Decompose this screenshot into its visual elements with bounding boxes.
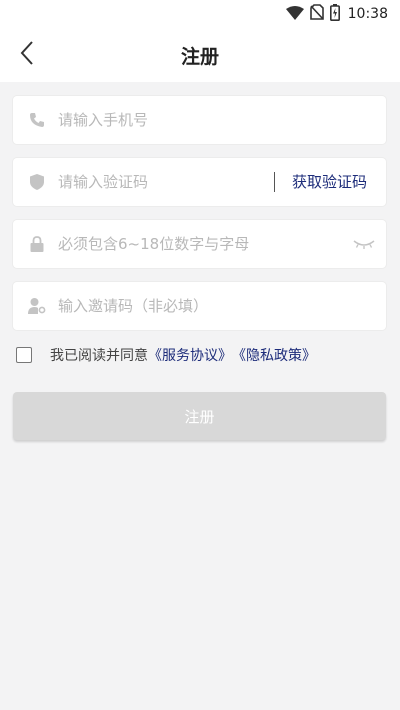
shield-icon [27,172,47,192]
service-agreement-link[interactable]: 《服务协议》 [148,345,232,365]
code-input[interactable] [58,158,256,206]
agree-checkbox[interactable] [16,347,32,363]
invite-field [13,282,386,330]
wifi-icon [285,5,304,24]
agreement-text: 我已阅读并同意 [50,348,148,364]
get-code-button[interactable]: 获取验证码 [292,158,367,206]
code-field: 获取验证码 [13,158,386,206]
divider [274,172,275,192]
phone-field [13,96,386,144]
register-button[interactable]: 注册 [13,392,386,440]
invite-input[interactable] [58,282,372,330]
no-sim-icon [309,4,324,24]
status-bar: 10:38 [0,0,400,28]
battery-icon [329,3,340,25]
status-time: 10:38 [347,6,388,22]
password-input[interactable] [58,220,342,268]
page-title: 注册 [180,46,219,68]
lock-icon [27,234,47,254]
user-key-icon [27,296,47,316]
phone-input[interactable] [58,96,372,144]
agreement-row: 我已阅读并同意 《服务协议》 《隐私政策》 [16,344,316,366]
phone-icon [27,110,47,130]
eye-closed-icon[interactable] [352,233,376,255]
privacy-policy-link[interactable]: 《隐私政策》 [232,345,316,365]
app-bar: 注册 [0,28,400,82]
password-field [13,220,386,268]
status-icons: 10:38 [285,3,388,25]
